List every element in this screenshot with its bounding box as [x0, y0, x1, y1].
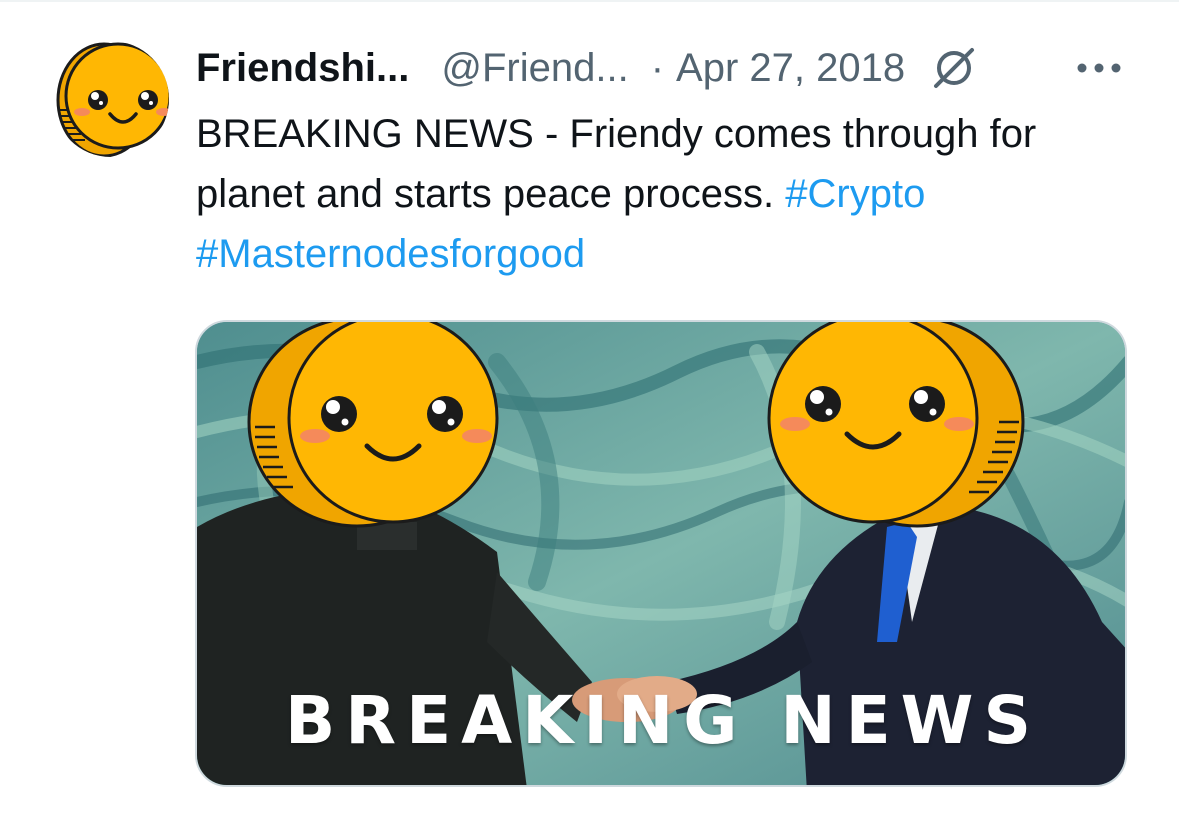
tweet[interactable]: Friendshi... @Friend... · Apr 27, 2018 B… [0, 0, 1179, 820]
friendy-coin-avatar-icon[interactable] [52, 40, 170, 158]
tweet-media-image[interactable]: BREAKING NEWS [195, 320, 1127, 787]
grok-icon[interactable] [931, 45, 977, 91]
breaking-news-caption: BREAKING NEWS [284, 682, 1042, 759]
display-name[interactable]: Friendshi... [196, 42, 409, 94]
tweet-text: BREAKING NEWS - Friendy comes through fo… [196, 104, 1146, 284]
more-options-icon[interactable] [1074, 56, 1124, 80]
hashtag-masternodesforgood[interactable]: #Masternodesforgood [196, 232, 585, 276]
timestamp[interactable]: Apr 27, 2018 [676, 42, 905, 94]
tweet-header: Friendshi... @Friend... · Apr 27, 2018 [196, 42, 977, 94]
hashtag-crypto[interactable]: #Crypto [785, 172, 925, 216]
user-handle[interactable]: @Friend... [441, 42, 628, 94]
separator-dot: · [650, 46, 665, 90]
